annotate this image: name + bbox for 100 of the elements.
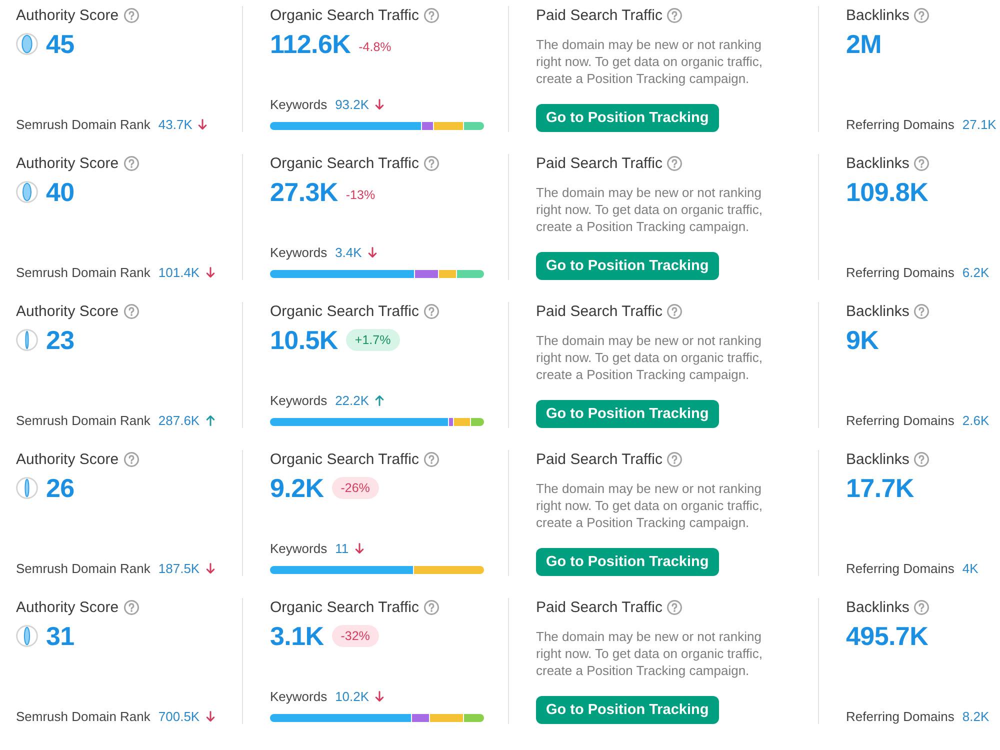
backlinks-value: 109.8K bbox=[846, 176, 928, 208]
position-tracking-button[interactable]: Go to Position Tracking bbox=[536, 548, 719, 576]
domain-rank-label: Semrush Domain Rank bbox=[16, 708, 150, 724]
referring-domains-value: 6.2K bbox=[962, 264, 990, 280]
help-icon[interactable] bbox=[124, 156, 139, 170]
change-badge: -32% bbox=[332, 625, 379, 647]
domain-rank-value: 187.5K bbox=[158, 560, 200, 576]
score-gauge-icon bbox=[16, 181, 38, 203]
help-icon[interactable] bbox=[667, 304, 682, 318]
domain-rank-label: Semrush Domain Rank bbox=[16, 116, 150, 132]
metric-title: Backlinks bbox=[846, 450, 910, 468]
help-icon[interactable] bbox=[424, 600, 439, 614]
help-icon[interactable] bbox=[914, 156, 930, 170]
metric-title: Authority Score bbox=[16, 302, 119, 320]
metric-title: Paid Search Traffic bbox=[536, 450, 662, 468]
help-icon[interactable] bbox=[667, 600, 682, 614]
domain-rank-label: Semrush Domain Rank bbox=[16, 412, 150, 428]
referring-domains-label: Referring Domains bbox=[846, 560, 954, 576]
organic-traffic-value: 9.2K bbox=[270, 472, 324, 504]
metric-title: Authority Score bbox=[16, 6, 119, 24]
referring-domains-value: 2.6K bbox=[962, 412, 990, 428]
backlinks-value: 9K bbox=[846, 324, 879, 356]
change-badge: -26% bbox=[332, 477, 379, 499]
help-icon[interactable] bbox=[124, 304, 139, 318]
position-tracking-button[interactable]: Go to Position Tracking bbox=[536, 400, 719, 428]
help-icon[interactable] bbox=[124, 600, 139, 614]
help-icon[interactable] bbox=[667, 8, 682, 22]
help-icon[interactable] bbox=[424, 8, 439, 22]
help-icon[interactable] bbox=[914, 452, 930, 466]
referring-domains-label: Referring Domains bbox=[846, 412, 954, 428]
referring-domains-label: Referring Domains bbox=[846, 708, 954, 724]
help-icon[interactable] bbox=[124, 452, 139, 466]
metric-title: Paid Search Traffic bbox=[536, 302, 662, 320]
domain-rank-label: Semrush Domain Rank bbox=[16, 560, 150, 576]
keywords-value: 11 bbox=[335, 540, 349, 556]
metric-title: Paid Search Traffic bbox=[536, 598, 662, 616]
metric-title: Backlinks bbox=[846, 598, 910, 616]
backlinks-value: 495.7K bbox=[846, 620, 928, 652]
no-data-message: The domain may be new or not ranking right now. To get data on organic traffic, create a Position Tracking campaign. bbox=[536, 332, 764, 383]
metric-title: Organic Search Traffic bbox=[270, 598, 419, 616]
help-icon[interactable] bbox=[424, 156, 439, 170]
organic-traffic-value: 112.6K bbox=[270, 28, 351, 60]
metric-title: Paid Search Traffic bbox=[536, 154, 662, 172]
referring-domains-label: Referring Domains bbox=[846, 116, 954, 132]
help-icon[interactable] bbox=[424, 452, 439, 466]
metric-title: Organic Search Traffic bbox=[270, 302, 419, 320]
referring-domains-value: 27.1K bbox=[962, 116, 996, 132]
domain-rank-label: Semrush Domain Rank bbox=[16, 264, 150, 280]
backlinks-value: 2M bbox=[846, 28, 882, 60]
change-percentage: -4.8% bbox=[358, 40, 392, 54]
help-icon[interactable] bbox=[424, 304, 439, 318]
domain-rank-value: 101.4K bbox=[158, 264, 200, 280]
help-icon[interactable] bbox=[667, 452, 682, 466]
referring-domains-value: 8.2K bbox=[962, 708, 990, 724]
position-tracking-button[interactable]: Go to Position Tracking bbox=[536, 104, 719, 132]
no-data-message: The domain may be new or not ranking right now. To get data on organic traffic, create a Position Tracking campaign. bbox=[536, 480, 764, 531]
authority-score-value: 40 bbox=[46, 176, 74, 208]
metric-title: Backlinks bbox=[846, 154, 910, 172]
domain-rank-value: 700.5K bbox=[158, 708, 200, 724]
keywords-label: Keywords bbox=[270, 96, 328, 112]
help-icon[interactable] bbox=[914, 600, 930, 614]
keywords-value: 93.2K bbox=[335, 96, 370, 112]
keywords-label: Keywords bbox=[270, 540, 328, 556]
metric-title: Organic Search Traffic bbox=[270, 6, 419, 24]
position-tracking-button[interactable]: Go to Position Tracking bbox=[536, 696, 719, 724]
keywords-label: Keywords bbox=[270, 688, 328, 704]
metric-title: Backlinks bbox=[846, 302, 910, 320]
position-tracking-button[interactable]: Go to Position Tracking bbox=[536, 252, 719, 280]
help-icon[interactable] bbox=[914, 304, 930, 318]
metric-title: Organic Search Traffic bbox=[270, 154, 419, 172]
no-data-message: The domain may be new or not ranking right now. To get data on organic traffic, create a Position Tracking campaign. bbox=[536, 628, 764, 679]
keywords-label: Keywords bbox=[270, 244, 328, 260]
score-gauge-icon bbox=[16, 33, 38, 55]
metric-title: Paid Search Traffic bbox=[536, 6, 662, 24]
authority-score-value: 23 bbox=[46, 324, 74, 356]
change-percentage: -13% bbox=[346, 188, 376, 202]
keywords-value: 10.2K bbox=[335, 688, 370, 704]
metric-title: Organic Search Traffic bbox=[270, 450, 419, 468]
keywords-label: Keywords bbox=[270, 392, 328, 408]
help-icon[interactable] bbox=[124, 8, 139, 22]
metric-title: Authority Score bbox=[16, 450, 119, 468]
help-icon[interactable] bbox=[667, 156, 682, 170]
referring-domains-value: 4K bbox=[962, 560, 978, 576]
keywords-value: 22.2K bbox=[335, 392, 370, 408]
metric-title: Backlinks bbox=[846, 6, 910, 24]
domain-rank-value: 43.7K bbox=[158, 116, 192, 132]
change-badge: +1.7% bbox=[346, 329, 400, 351]
referring-domains-label: Referring Domains bbox=[846, 264, 954, 280]
authority-score-value: 26 bbox=[46, 472, 74, 504]
score-gauge-icon bbox=[16, 625, 38, 647]
help-icon[interactable] bbox=[914, 8, 930, 22]
metric-title: Authority Score bbox=[16, 598, 119, 616]
no-data-message: The domain may be new or not ranking right now. To get data on organic traffic, create a Position Tracking campaign. bbox=[536, 184, 764, 235]
score-gauge-icon bbox=[16, 329, 38, 351]
metric-title: Authority Score bbox=[16, 154, 119, 172]
organic-traffic-value: 10.5K bbox=[270, 324, 338, 356]
no-data-message: The domain may be new or not ranking right now. To get data on organic traffic, create a Position Tracking campaign. bbox=[536, 36, 764, 87]
authority-score-value: 31 bbox=[46, 620, 74, 652]
score-gauge-icon bbox=[16, 477, 38, 499]
domain-rank-value: 287.6K bbox=[158, 412, 200, 428]
